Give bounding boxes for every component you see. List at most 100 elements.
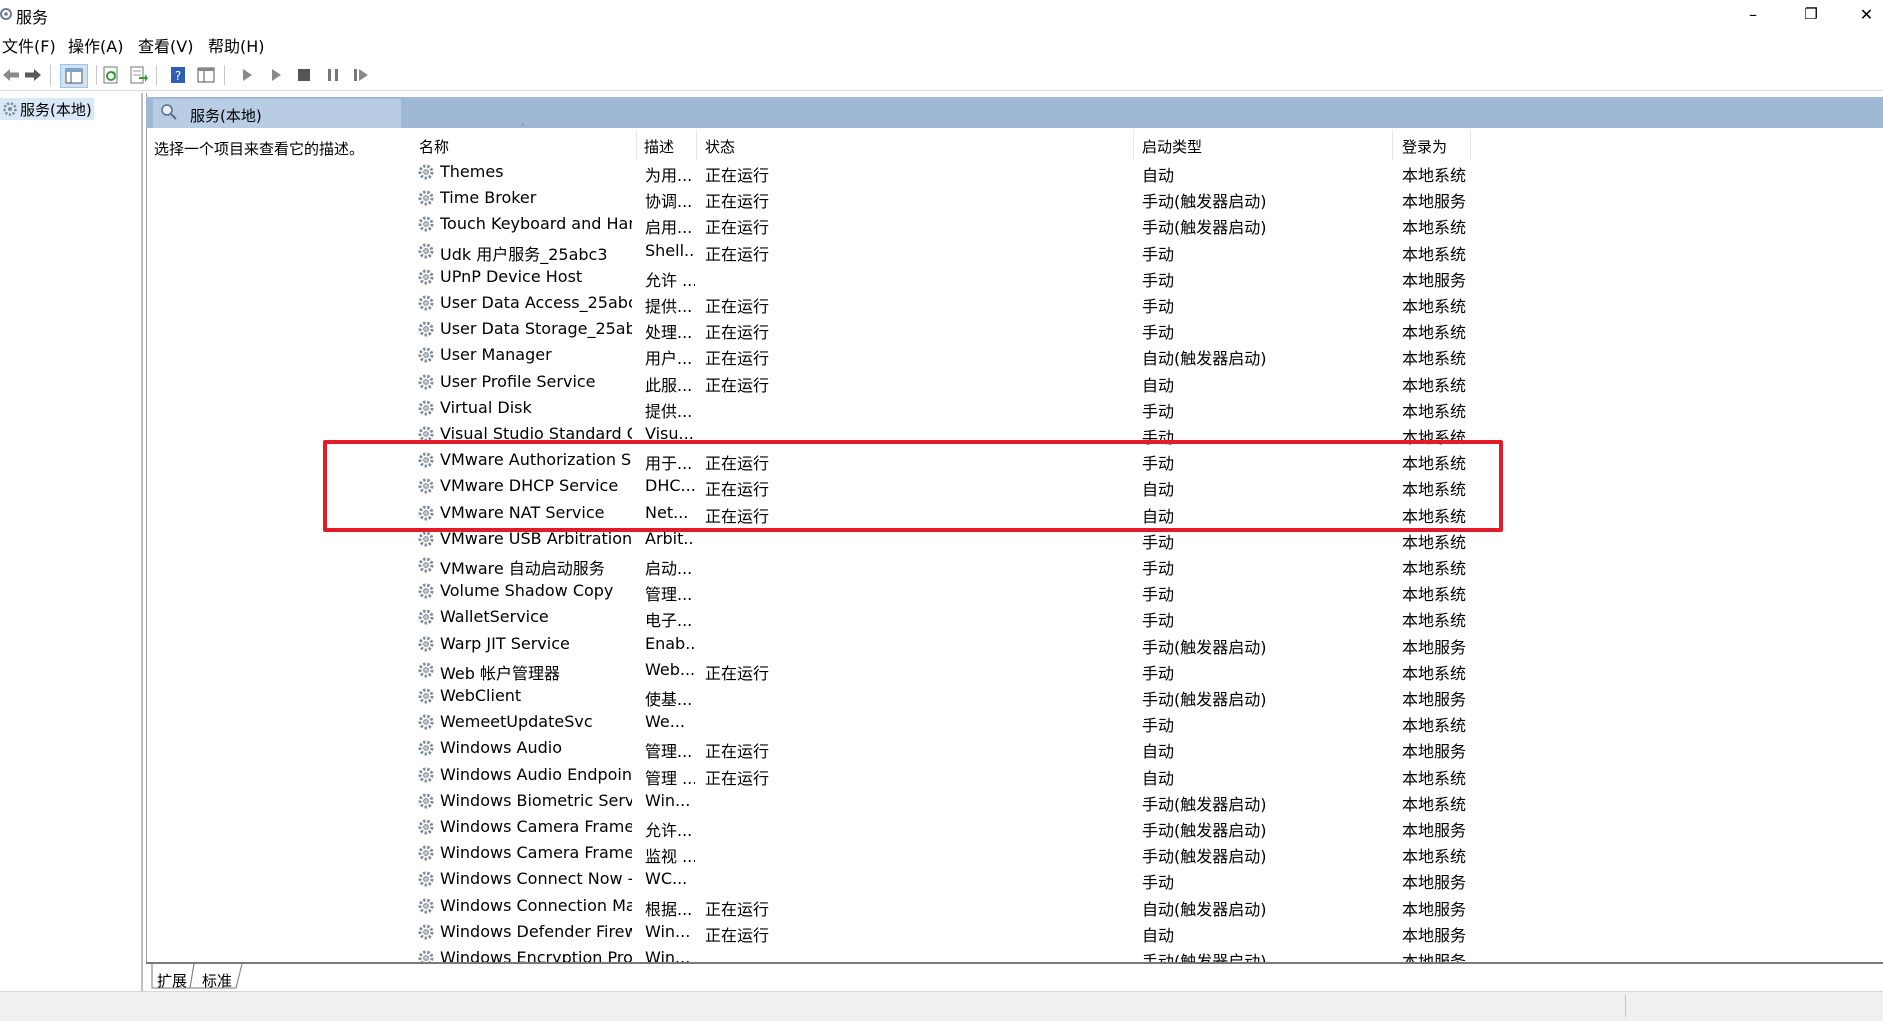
service-description: 电子... — [645, 611, 693, 631]
service-startup-type: 手动 — [1142, 532, 1175, 552]
gear-icon — [418, 609, 434, 625]
gear-icon — [418, 793, 434, 809]
service-name: WalletService — [440, 607, 549, 627]
service-row[interactable]: Themes 为用... 正在运行 自动 本地系统 — [400, 159, 1480, 185]
service-name: WebClient — [440, 686, 522, 705]
service-log-on-as: 本地系统 — [1402, 244, 1467, 264]
service-row[interactable]: Web 帐户管理器 Web... 正在运行 手动 本地系统 — [400, 657, 1480, 683]
service-row[interactable]: User Data Storage_25abc3 处理... 正在运行 手动 本地系统 — [400, 316, 1480, 342]
service-row[interactable]: UPnP Device Host 允许 ... 手动 本地服务 — [400, 264, 1480, 290]
service-name: WemeetUpdateSvc — [440, 712, 593, 732]
gear-icon — [418, 688, 434, 704]
service-name: Windows Camera Frame S... — [440, 843, 632, 863]
service-row[interactable]: Volume Shadow Copy 管理... 手动 本地系统 — [400, 578, 1480, 604]
service-status: 正在运行 — [705, 166, 770, 185]
service-row[interactable]: Windows Connection Man... 根据... 正在运行 自动(触发器… — [400, 893, 1480, 919]
service-description: 启动... — [645, 559, 693, 578]
service-row[interactable]: WemeetUpdateSvc We... 手动 本地系统 — [400, 709, 1480, 735]
service-row[interactable]: Windows Encryption Provid... Win... 手动(触发器… — [400, 945, 1480, 962]
service-log-on-as: 本地服务 — [1402, 925, 1467, 945]
service-description: 启用... — [645, 218, 693, 238]
gear-icon — [418, 216, 434, 232]
service-log-on-as: 本地系统 — [1402, 716, 1467, 736]
gear-icon — [418, 531, 434, 547]
service-row[interactable]: User Data Access_25abc3 提供... 正在运行 手动 本地系统 — [400, 290, 1480, 316]
service-name: Virtual Disk — [440, 397, 532, 417]
service-description: Win... — [645, 948, 691, 962]
service-description: 协调... — [645, 192, 693, 212]
service-startup-type: 手动 — [1142, 401, 1175, 421]
service-startup-type: 手动(触发器启动) — [1142, 192, 1267, 212]
service-name: Time Broker — [440, 188, 537, 208]
service-row[interactable]: Windows Camera Frame S... 允许... 手动(触发器启动) 本… — [400, 814, 1480, 840]
service-log-on-as: 本地系统 — [1402, 794, 1467, 814]
tab-standard[interactable]: 标准 — [202, 970, 232, 991]
service-startup-type: 手动 — [1142, 323, 1175, 343]
service-startup-type: 手动 — [1142, 270, 1175, 290]
service-log-on-as: 本地服务 — [1402, 690, 1467, 709]
gear-icon — [418, 924, 434, 940]
gear-icon — [418, 164, 434, 180]
service-name: Windows Biometric Service — [440, 790, 632, 810]
gear-icon — [418, 557, 434, 573]
service-row[interactable]: VMware 自动启动服务 启动... 手动 本地系统 — [400, 552, 1480, 578]
gear-icon — [418, 767, 434, 783]
service-row[interactable]: Windows Defender Firewall Win... 正在运行 自动 本地服… — [400, 919, 1480, 945]
service-row[interactable]: Windows Biometric Service Win... 手动(触发器启动)… — [400, 788, 1480, 814]
service-row[interactable]: User Profile Service 此服... 正在运行 自动 本地系统 — [400, 369, 1480, 395]
gear-icon — [418, 845, 434, 861]
service-startup-type: 手动 — [1142, 663, 1175, 683]
service-startup-type: 手动(触发器启动) — [1142, 690, 1267, 709]
gear-icon — [418, 636, 434, 652]
gear-icon — [418, 898, 434, 914]
service-log-on-as: 本地服务 — [1402, 742, 1467, 762]
service-row[interactable]: Time Broker 协调... 正在运行 手动(触发器启动) 本地服务 — [400, 185, 1480, 211]
gear-icon — [418, 662, 434, 678]
gear-icon — [418, 714, 434, 730]
service-description: 管理... — [645, 742, 693, 762]
service-description: We... — [645, 712, 685, 732]
service-description: WC... — [645, 869, 688, 889]
service-name: Touch Keyboard and Hand... — [440, 214, 632, 234]
service-log-on-as: 本地系统 — [1402, 297, 1467, 316]
service-row[interactable]: Windows Connect Now - C... WC... 手动 本地服务 — [400, 866, 1480, 892]
service-row[interactable]: Warp JIT Service Enab... 手动(触发器启动) 本地服务 — [400, 631, 1480, 657]
service-row[interactable]: Virtual Disk 提供... 手动 本地系统 — [400, 395, 1480, 421]
service-name: Windows Audio Endpoint B... — [440, 764, 632, 784]
service-startup-type: 手动 — [1142, 559, 1175, 578]
gear-icon — [418, 583, 434, 599]
service-description: 允许 ... — [645, 270, 695, 290]
service-name: Windows Defender Firewall — [440, 921, 632, 941]
service-startup-type: 自动(触发器启动) — [1142, 349, 1267, 369]
tab-extended[interactable]: 扩展 — [157, 970, 187, 991]
service-log-on-as: 本地服务 — [1402, 952, 1467, 962]
service-description: Enab... — [645, 633, 695, 653]
service-log-on-as: 本地系统 — [1402, 532, 1467, 552]
service-startup-type: 手动(触发器启动) — [1142, 847, 1267, 867]
service-log-on-as: 本地服务 — [1402, 899, 1467, 919]
gear-icon — [418, 740, 434, 756]
gear-icon — [418, 269, 434, 285]
service-row[interactable]: Udk 用户服务_25abc3 Shell... 正在运行 手动 本地系统 — [400, 238, 1480, 264]
service-startup-type: 手动(触发器启动) — [1142, 952, 1267, 962]
service-row[interactable]: WalletService 电子... 手动 本地系统 — [400, 604, 1480, 630]
service-row[interactable]: WebClient 使基... 手动(触发器启动) 本地服务 — [400, 683, 1480, 709]
service-log-on-as: 本地系统 — [1402, 349, 1467, 369]
service-startup-type: 手动 — [1142, 585, 1175, 605]
service-row[interactable]: Windows Camera Frame S... 监视 ... 手动(触发器启动)… — [400, 840, 1480, 866]
service-description: Win... — [645, 790, 691, 810]
service-status: 正在运行 — [705, 375, 770, 395]
service-startup-type: 自动 — [1142, 375, 1175, 395]
service-row[interactable]: Windows Audio 管理... 正在运行 自动 本地服务 — [400, 735, 1480, 761]
service-description: Win... — [645, 921, 691, 941]
service-row[interactable]: Windows Audio Endpoint B... 管理 ... 正在运行 自动 本… — [400, 762, 1480, 788]
service-status: 正在运行 — [705, 768, 770, 788]
service-row[interactable]: User Manager 用户... 正在运行 自动(触发器启动) 本地系统 — [400, 342, 1480, 368]
service-log-on-as: 本地系统 — [1402, 559, 1467, 578]
gear-icon — [418, 321, 434, 337]
gear-icon — [418, 950, 434, 962]
service-name: Windows Encryption Provid... — [440, 948, 632, 962]
service-log-on-as: 本地系统 — [1402, 401, 1467, 421]
service-startup-type: 自动 — [1142, 925, 1175, 945]
service-row[interactable]: Touch Keyboard and Hand... 启用... 正在运行 手动(触发… — [400, 211, 1480, 237]
